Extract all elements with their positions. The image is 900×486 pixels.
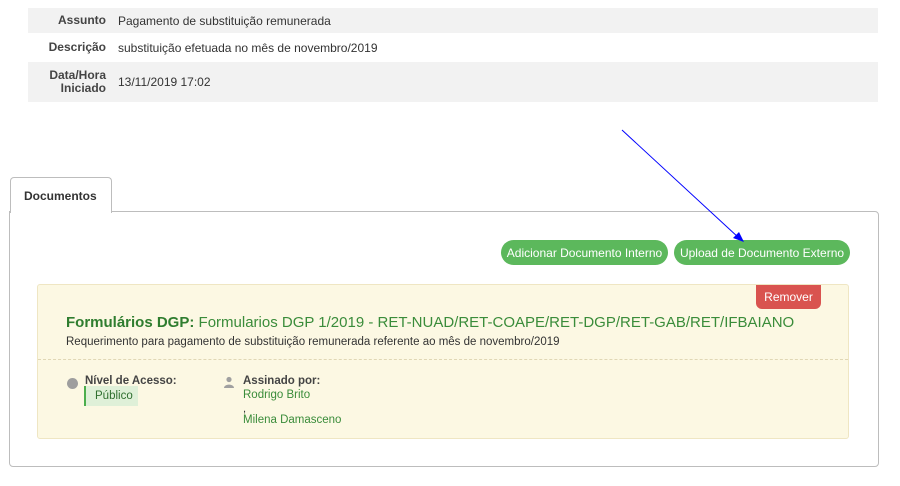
subject-value: Pagamento de substituição remunerada [118, 13, 331, 28]
remove-button[interactable]: Remover [756, 285, 821, 309]
add-internal-document-button[interactable]: Adicionar Documento Interno [501, 240, 668, 265]
card-divider [38, 359, 848, 360]
document-card [37, 284, 849, 439]
document-title-text: Formularios DGP 1/2019 - RET-NUAD/RET-CO… [198, 314, 795, 331]
circle-icon [67, 378, 78, 389]
user-icon [224, 376, 234, 388]
signer-name[interactable]: Milena Damasceno [243, 414, 341, 426]
description-label: Descrição [48, 40, 106, 54]
upload-external-document-button[interactable]: Upload de Documento Externo [674, 240, 850, 265]
datetime-label: Data/Hora Iniciado [28, 69, 106, 95]
signed-by-label: Assinado por: [243, 375, 321, 387]
document-description: Requerimento para pagamento de substitui… [66, 336, 560, 348]
process-info-table: Assunto Pagamento de substituição remune… [28, 8, 878, 104]
info-row-datetime: Data/Hora Iniciado 13/11/2019 17:02 [28, 62, 878, 102]
document-type: Formulários DGP: [66, 314, 195, 331]
info-row-subject: Assunto Pagamento de substituição remune… [28, 8, 878, 33]
description-value: substituição efetuada no mês de novembro… [118, 40, 378, 55]
tab-documents[interactable]: Documentos [10, 177, 112, 213]
document-title[interactable]: Formulários DGP: Formularios DGP 1/2019 … [66, 314, 794, 331]
signer-name[interactable]: Rodrigo Brito [243, 389, 310, 401]
datetime-value: 13/11/2019 17:02 [118, 75, 211, 89]
datetime-label-line2: Iniciado [60, 81, 106, 95]
subject-label: Assunto [58, 13, 106, 27]
info-row-description: Descrição substituição efetuada no mês d… [28, 35, 878, 60]
access-level-badge: Público [84, 386, 138, 406]
